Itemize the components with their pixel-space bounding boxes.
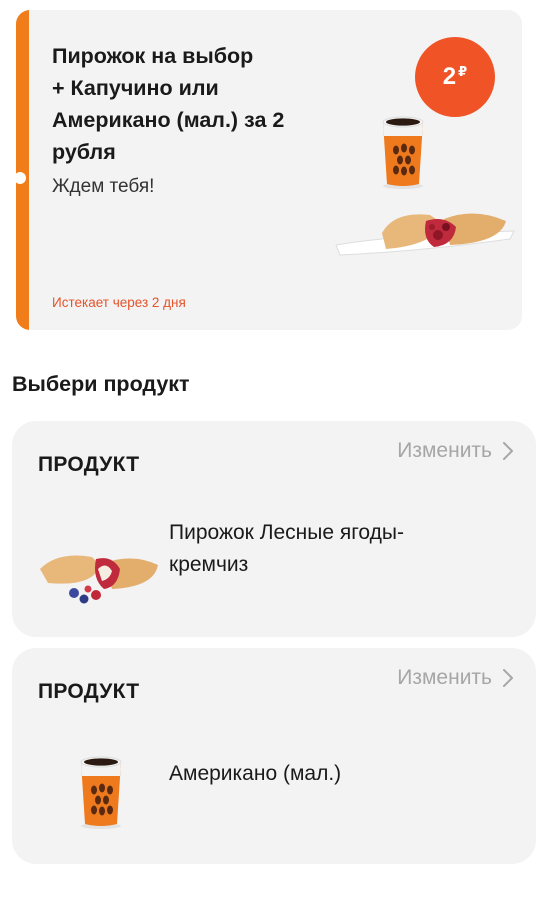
coupon-card[interactable]: Пирожок на выбор + Капучино или Американ… <box>16 10 522 330</box>
coffee-cup-image <box>382 116 424 189</box>
coffee-cup-image <box>80 756 122 829</box>
product-card[interactable]: ПРОДУКТ Изменить Американо (мал.) <box>12 648 536 864</box>
coupon-subtitle: Ждем тебя! <box>52 176 155 197</box>
price-currency: ₽ <box>458 64 468 79</box>
price-value: 2 <box>442 63 457 90</box>
section-title: Выбери продукт <box>12 372 190 396</box>
product-name: Американо (мал.) <box>169 762 342 785</box>
berry-pie-image <box>40 555 158 604</box>
pie-image <box>335 213 515 256</box>
chevron-right-icon <box>503 442 513 460</box>
coupon-expiry: Истекает через 2 дня <box>52 295 186 310</box>
price-badge: 2 ₽ <box>415 37 495 117</box>
coupon-title: Пирожок на выбор + Капучино или Американ… <box>52 44 285 164</box>
chevron-right-icon <box>503 669 513 687</box>
change-label: Изменить <box>397 439 492 462</box>
change-button[interactable]: Изменить <box>397 439 514 463</box>
product-label: ПРОДУКТ <box>38 453 140 476</box>
coupon-accent-stripe <box>16 10 29 330</box>
change-label: Изменить <box>397 666 492 689</box>
change-button[interactable]: Изменить <box>397 666 514 690</box>
product-label: ПРОДУКТ <box>38 680 140 703</box>
product-card[interactable]: ПРОДУКТ Изменить Пирожок Лесные ягоды-кр… <box>12 421 536 637</box>
product-name: Пирожок Лесные ягоды-кремчиз <box>169 521 404 576</box>
